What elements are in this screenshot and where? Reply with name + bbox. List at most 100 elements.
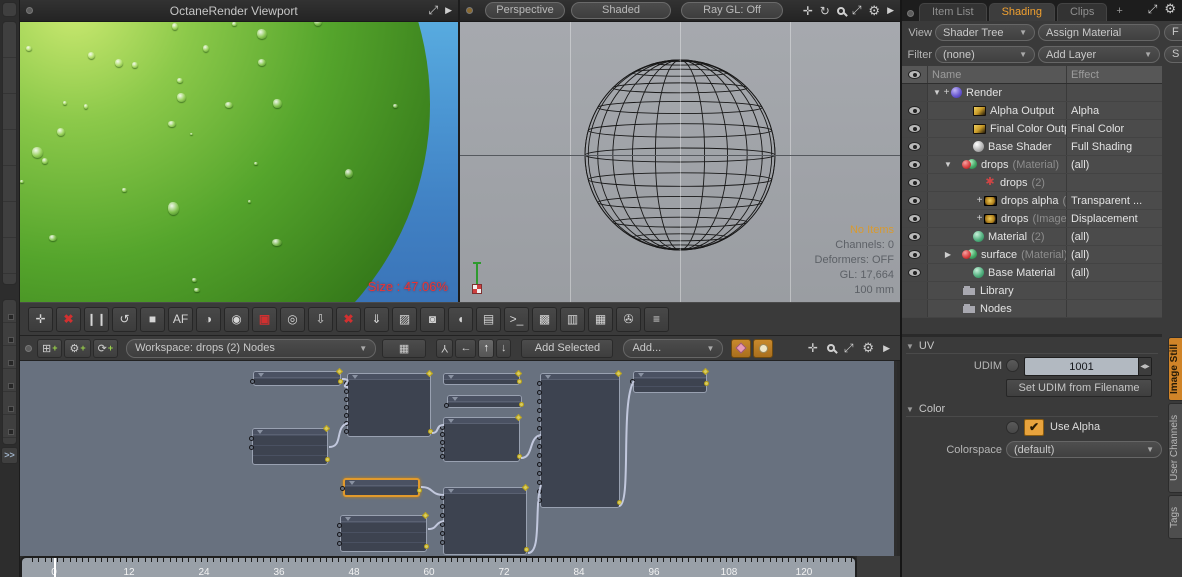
tree-name-cell[interactable]: Library (928, 282, 1066, 299)
visibility-cell[interactable] (902, 120, 928, 137)
shader-tree-row[interactable]: Final Color OutputFinal Color (902, 120, 1162, 138)
shader-tree-row[interactable]: ▼ drops (Material) (all) (902, 156, 1162, 174)
tree-name-cell[interactable]: Nodes (928, 300, 1066, 317)
add-relationship-node-button[interactable]: ⟳ + (92, 338, 119, 358)
use-alpha-channel-button[interactable] (1006, 421, 1019, 434)
expander-icon[interactable]: ▼ (943, 160, 953, 169)
tab-item-list[interactable]: Item List (919, 3, 987, 21)
node-port[interactable] (440, 454, 445, 459)
partial-button-f[interactable]: F (1164, 24, 1182, 41)
palette-cell[interactable] (3, 130, 16, 166)
effect-cell[interactable]: Displacement (1066, 210, 1162, 227)
uv-section-header[interactable]: ▼ UV (906, 339, 1158, 354)
tree-name-cell[interactable]: Material (2) (928, 228, 1066, 245)
node-port[interactable] (517, 454, 522, 459)
tab-clips[interactable]: Clips (1056, 3, 1108, 21)
nav-down-button[interactable]: ↓ (495, 338, 512, 358)
node-port[interactable] (537, 498, 542, 503)
eye-icon[interactable] (908, 232, 921, 241)
clear-render-button[interactable]: ✖ (336, 306, 361, 332)
palette-cell[interactable] (3, 392, 16, 415)
schematic-node[interactable] (540, 373, 620, 508)
schematic-node[interactable] (633, 371, 707, 393)
effect-cell[interactable]: Final Color (1066, 120, 1162, 137)
palette-cell[interactable] (3, 22, 16, 58)
node-port[interactable] (424, 544, 429, 549)
effect-cell[interactable] (1066, 174, 1162, 191)
view-mode-dropdown[interactable]: Shader Tree ▼ (935, 24, 1035, 41)
tree-name-cell[interactable]: ▼ drops (Material) (928, 156, 1066, 173)
set-udim-button[interactable]: Set UDIM from Filename (1006, 379, 1152, 397)
tree-name-cell[interactable]: Base Shader (928, 138, 1066, 155)
node-port[interactable] (440, 513, 445, 518)
render-image[interactable]: Size : 47.06% (20, 22, 458, 302)
schematic-node[interactable] (340, 515, 427, 552)
expander-icon[interactable]: ▼ (932, 88, 942, 97)
visibility-cell[interactable] (902, 156, 928, 173)
node-port[interactable] (249, 445, 254, 450)
name-column-header[interactable]: Name (928, 66, 1066, 83)
node-header[interactable] (253, 429, 327, 435)
effect-cell[interactable]: Alpha (1066, 102, 1162, 119)
panel-thumb-icon[interactable] (466, 7, 473, 14)
node-port[interactable] (519, 401, 524, 407)
palette-cell[interactable] (3, 238, 16, 274)
shading-mode-button[interactable]: Shaded (571, 2, 671, 19)
timeline-ruler[interactable]: 01224364860728496108120 (20, 556, 857, 577)
nav-up-button[interactable]: ↑ (478, 338, 494, 358)
node-port[interactable] (337, 532, 342, 537)
tab-shading[interactable]: Shading (988, 3, 1055, 21)
eye-icon[interactable] (908, 124, 921, 133)
node-row[interactable] (341, 522, 426, 532)
node-header[interactable] (634, 372, 706, 378)
node-header[interactable] (345, 480, 418, 486)
camera-picker-button[interactable]: ◎ (280, 306, 305, 332)
tree-name-cell[interactable]: +drops alpha(Im ... (928, 192, 1066, 209)
shader-tree-row[interactable]: Library (902, 282, 1162, 300)
node-header[interactable] (448, 396, 521, 402)
reload-render-button[interactable]: ⇓ (364, 306, 389, 332)
palette-cell[interactable] (3, 166, 16, 202)
schematic-node[interactable] (253, 371, 341, 386)
shader-tree-row[interactable]: Nodes (902, 300, 1162, 318)
node-port[interactable] (537, 444, 542, 449)
maximize-icon[interactable]: ⤢ (852, 3, 862, 18)
panel-thumb-icon[interactable] (907, 10, 914, 17)
shader-tree-row[interactable]: Alpha Output Alpha (902, 102, 1162, 120)
node-port[interactable] (337, 541, 342, 546)
node-row[interactable] (341, 532, 426, 542)
pan-icon[interactable]: ✛ (803, 4, 813, 18)
visibility-cell[interactable] (902, 264, 928, 281)
node-port[interactable] (338, 378, 343, 384)
tree-name-cell[interactable]: ▼ + Render (928, 84, 1066, 101)
pan-icon[interactable]: ✛ (808, 341, 818, 355)
node-port[interactable] (344, 389, 349, 394)
palette-cell[interactable] (3, 58, 16, 94)
backdrop-color-button[interactable] (731, 338, 752, 358)
node-port[interactable] (344, 429, 349, 434)
palette-group[interactable] (2, 299, 17, 445)
node-port[interactable] (440, 446, 445, 452)
gear-icon[interactable]: ⚙ (868, 3, 880, 19)
node-port[interactable] (440, 425, 445, 430)
render-settings-button[interactable]: ▨ (392, 306, 417, 332)
add-channel-node-button[interactable]: ⚙ + (64, 338, 91, 358)
tree-name-cell[interactable]: + drops(Image) (928, 210, 1066, 227)
use-alpha-checkbox[interactable]: ✔ (1024, 419, 1044, 436)
visibility-cell[interactable] (902, 282, 928, 299)
side-tab-tags[interactable]: Tags (1168, 495, 1182, 539)
white-balance-picker-button[interactable]: ◑ (196, 306, 221, 332)
effect-cell[interactable] (1066, 84, 1162, 101)
material-preview-button[interactable]: ◖ (448, 306, 473, 332)
stepper-icon[interactable]: ◀▶ (1138, 358, 1151, 375)
eye-icon[interactable] (908, 250, 921, 259)
node-port[interactable] (537, 399, 542, 404)
eye-icon[interactable] (908, 214, 921, 223)
node-port[interactable] (537, 417, 542, 422)
tree-name-cell[interactable]: Final Color Output (928, 120, 1066, 137)
snapshot-camera-button[interactable]: ◙ (420, 306, 445, 332)
effect-cell[interactable] (1066, 300, 1162, 317)
arrow-right-icon[interactable]: ▶ (883, 343, 890, 354)
image-viewer-button[interactable]: ▥ (560, 306, 585, 332)
effect-cell[interactable]: (all) (1066, 228, 1162, 245)
